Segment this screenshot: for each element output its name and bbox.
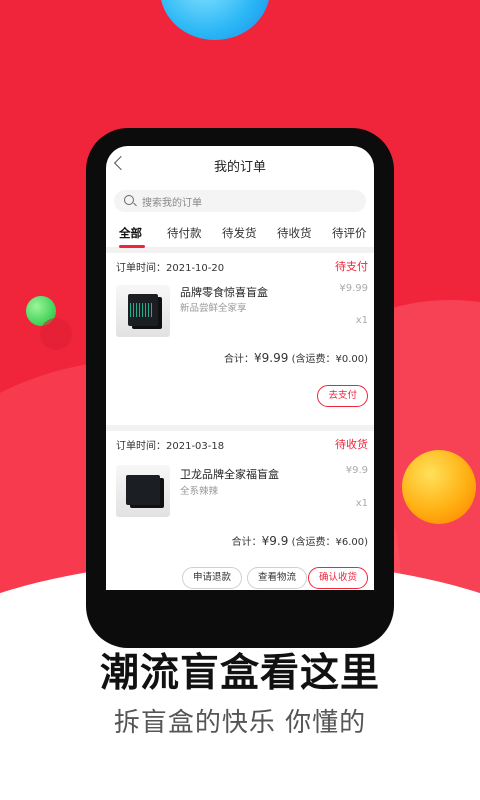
product-name[interactable]: 品牌零食惊喜盲盒	[180, 284, 268, 300]
order-time: 订单时间：2021-10-20	[116, 263, 225, 274]
search-placeholder: 搜索我的订单	[142, 198, 202, 209]
order-card[interactable]: 订单时间：2021-03-18 待收货 卫龙品牌全家福盲盒 全系辣辣 ¥9.9 …	[106, 431, 374, 590]
product-price: ¥9.9	[345, 465, 368, 476]
order-card[interactable]: 订单时间：2021-10-20 待支付 品牌零食惊喜盲盒 新品尝鲜全家享 ¥9.…	[106, 253, 374, 425]
orange-ball-decoration	[402, 450, 476, 524]
mystery-box-image	[126, 475, 160, 505]
order-header: 订单时间：2021-10-20 待支付	[106, 253, 374, 277]
product-quantity: x1	[355, 315, 368, 326]
tab-pending-payment[interactable]: 待付款	[167, 225, 202, 241]
product-image[interactable]	[116, 285, 170, 337]
tab-pending-review[interactable]: 待评价	[332, 225, 367, 241]
search-input[interactable]: 搜索我的订单	[114, 190, 366, 212]
product-subtitle: 新品尝鲜全家享	[180, 303, 247, 314]
shipping-fee: (含运费：¥0.00)	[291, 354, 368, 365]
orders-screen: 我的订单 搜索我的订单 全部 待付款 待发货 待收货 待评价 订单时间：2021…	[106, 146, 374, 590]
total-amount: ¥9.99	[254, 351, 289, 365]
nav-bar: 我的订单	[106, 146, 374, 186]
shipping-fee: (含运费：¥6.00)	[291, 537, 368, 548]
search-icon	[124, 195, 134, 205]
box-decoration	[130, 303, 152, 317]
product-quantity: x1	[355, 498, 368, 509]
pay-button[interactable]: 去支付	[317, 385, 368, 407]
tab-pending-receipt[interactable]: 待收货	[277, 225, 312, 241]
total-amount: ¥9.9	[261, 534, 289, 548]
cyan-ball-decoration	[160, 0, 270, 40]
confirm-receipt-button[interactable]: 确认收货	[307, 567, 368, 589]
request-refund-button[interactable]: 申请退款	[182, 567, 243, 589]
tab-all[interactable]: 全部	[119, 225, 142, 241]
order-time: 订单时间：2021-03-18	[116, 441, 225, 452]
product-name[interactable]: 卫龙品牌全家福盲盒	[180, 466, 279, 482]
promo-subline: 拆盲盒的快乐 你懂的	[113, 708, 367, 738]
total-label: 合计：	[231, 537, 262, 548]
total-label: 合计：	[224, 354, 255, 365]
product-subtitle: 全系辣辣	[180, 486, 219, 497]
active-tab-indicator	[119, 245, 145, 248]
order-status: 待收货	[335, 438, 368, 451]
product-image[interactable]	[116, 465, 170, 517]
order-total: 合计：¥9.9 (含运费：¥6.00)	[232, 533, 368, 548]
order-total: 合计：¥9.99 (含运费：¥0.00)	[224, 350, 368, 365]
tab-pending-shipment[interactable]: 待发货	[222, 225, 257, 241]
promo-headline: 潮流盲盒看这里	[99, 651, 380, 696]
order-header: 订单时间：2021-03-18 待收货	[106, 431, 374, 455]
product-price: ¥9.99	[339, 283, 368, 294]
red-ball-decoration	[40, 318, 72, 350]
order-status: 待支付	[335, 260, 368, 273]
page-title: 我的订单	[213, 160, 266, 175]
view-logistics-button[interactable]: 查看物流	[247, 567, 308, 589]
order-tabs: 全部 待付款 待发货 待收货 待评价	[106, 217, 374, 248]
